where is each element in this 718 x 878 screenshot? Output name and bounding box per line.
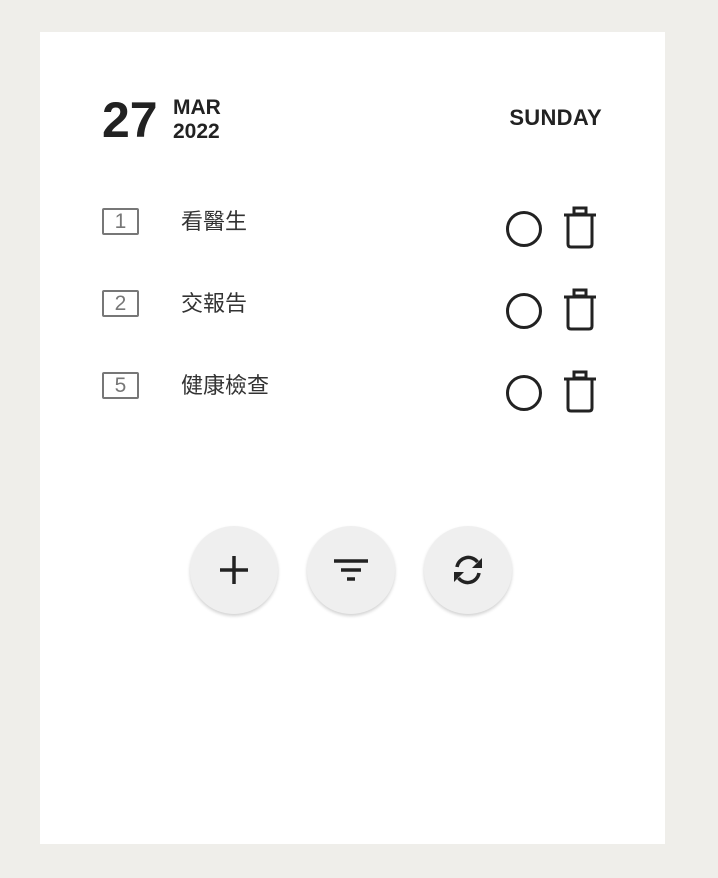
priority-badge: 1 — [102, 208, 139, 235]
date-header: 27 MAR 2022 SUNDAY — [102, 94, 602, 150]
filter-button[interactable] — [307, 526, 395, 614]
priority-badge: 2 — [102, 290, 139, 317]
trash-icon — [564, 370, 596, 413]
day-number: 27 — [102, 92, 158, 148]
task-row: 5 健康檢查 — [102, 366, 602, 448]
trash-icon — [564, 288, 596, 331]
filter-icon — [334, 559, 368, 581]
action-bar — [190, 526, 520, 616]
todo-card: 27 MAR 2022 SUNDAY 1 看醫生 2 交報告 5 健康檢查 — [40, 32, 665, 844]
delete-button[interactable] — [560, 288, 600, 332]
refresh-button[interactable] — [424, 526, 512, 614]
complete-button[interactable] — [505, 374, 543, 412]
year-label: 2022 — [173, 120, 220, 143]
delete-button[interactable] — [560, 370, 600, 414]
priority-badge: 5 — [102, 372, 139, 399]
complete-button[interactable] — [505, 210, 543, 248]
add-task-button[interactable] — [190, 526, 278, 614]
task-title: 看醫生 — [181, 210, 248, 235]
circle-icon — [506, 293, 542, 329]
circle-icon — [506, 211, 542, 247]
weekday-label: SUNDAY — [509, 105, 602, 130]
complete-button[interactable] — [505, 292, 543, 330]
circle-icon — [506, 375, 542, 411]
task-title: 交報告 — [181, 292, 248, 317]
trash-icon — [564, 206, 596, 249]
plus-icon — [220, 556, 248, 584]
task-list: 1 看醫生 2 交報告 5 健康檢查 — [102, 202, 602, 448]
task-title: 健康檢查 — [181, 374, 270, 399]
month-label: MAR — [173, 96, 221, 119]
sync-icon — [454, 555, 482, 585]
task-row: 1 看醫生 — [102, 202, 602, 284]
delete-button[interactable] — [560, 206, 600, 250]
task-row: 2 交報告 — [102, 284, 602, 366]
